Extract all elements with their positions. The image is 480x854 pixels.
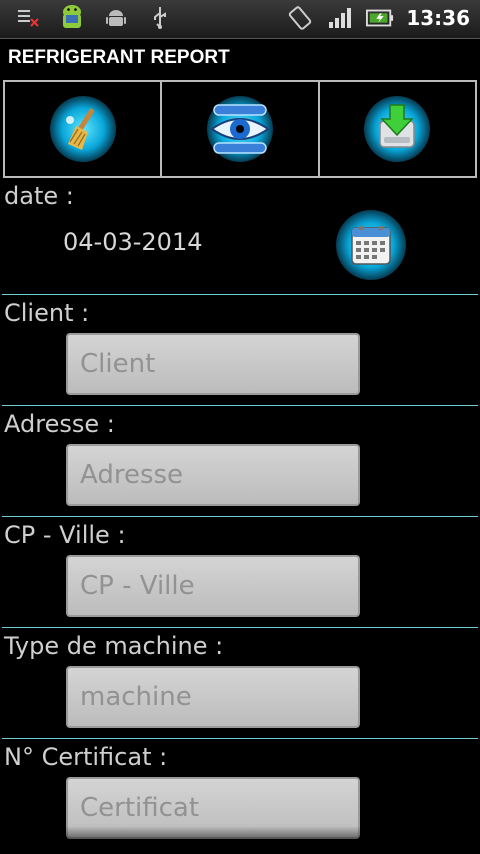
clear-button[interactable] [5, 82, 163, 176]
client-label: Client : [4, 299, 90, 327]
signal-icon [326, 4, 354, 32]
eye-icon [206, 96, 273, 162]
android-robot-icon [58, 4, 86, 32]
rotate-icon [286, 4, 314, 32]
app-title: REFRIGERANT REPORT [0, 39, 480, 76]
toolbar [3, 80, 477, 178]
machine-label: Type de machine : [4, 632, 224, 660]
scroll-fade [0, 826, 480, 854]
broom-icon [49, 96, 116, 162]
date-value[interactable]: 04-03-2014 [63, 228, 202, 256]
view-button[interactable] [162, 82, 320, 176]
address-input[interactable] [66, 444, 360, 506]
calendar-icon [336, 210, 406, 280]
status-clock: 13:36 [406, 6, 470, 30]
battery-icon [366, 4, 394, 32]
calendar-button[interactable] [336, 210, 406, 280]
save-download-icon [364, 96, 431, 162]
address-block: Adresse : [0, 406, 480, 516]
date-row: 04-03-2014 [0, 210, 480, 294]
city-input[interactable] [66, 555, 360, 617]
machine-block: Type de machine : [0, 628, 480, 738]
city-block: CP - Ville : [0, 517, 480, 627]
report-form: date : 04-03-2014 Client : Client Adress… [0, 182, 480, 849]
usb-icon [146, 4, 174, 32]
save-button[interactable] [320, 82, 475, 176]
date-label: date : [4, 182, 74, 210]
certificate-label: N° Certificat : [4, 743, 168, 771]
city-label: CP - Ville : [4, 521, 126, 549]
client-input[interactable] [66, 333, 360, 395]
notification-clear-icon [14, 4, 42, 32]
address-label: Adresse : [4, 410, 115, 438]
client-block: Client : [0, 295, 480, 405]
status-bar: 13:36 [0, 0, 480, 39]
machine-input[interactable] [66, 666, 360, 728]
android-icon [102, 4, 130, 32]
